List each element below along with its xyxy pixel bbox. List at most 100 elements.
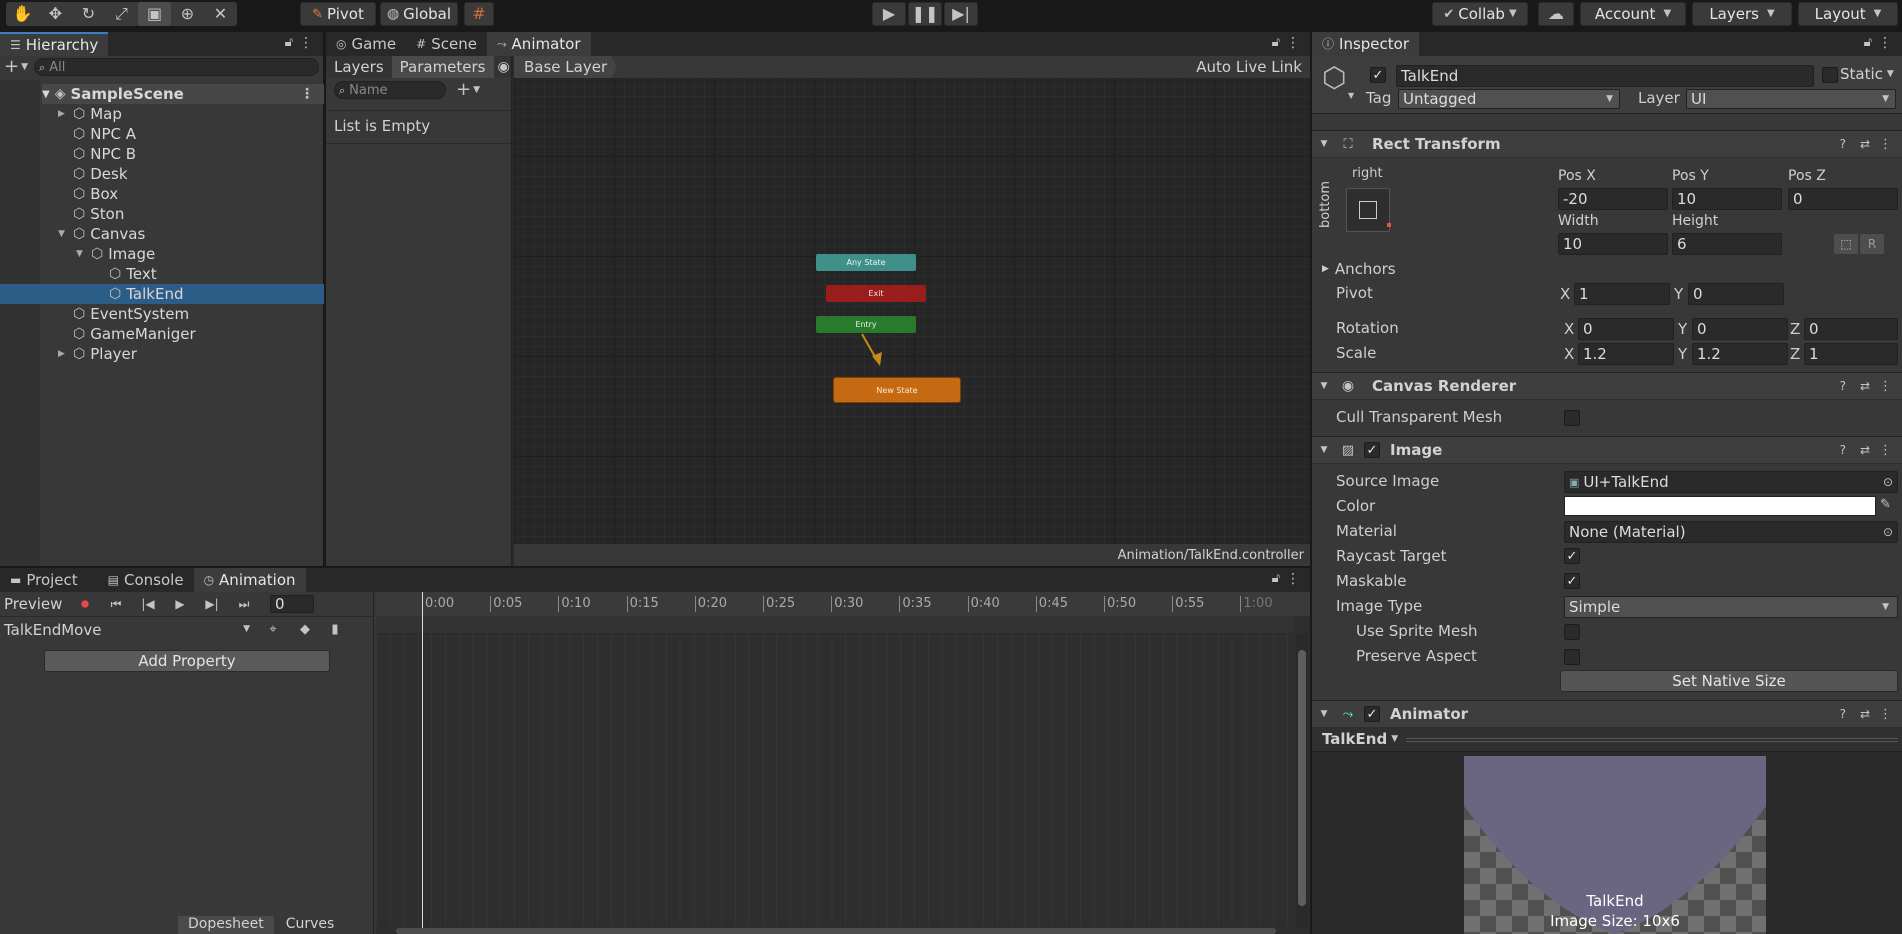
cloud-icon[interactable]: ☁ [1538,2,1574,26]
tab-animation[interactable]: ◷ Animation [193,568,306,592]
scale-y-input[interactable]: 1.2 [1692,343,1788,365]
color-swatch[interactable] [1564,496,1876,516]
dopesheet-area[interactable] [376,634,1294,926]
anchor-preset-button[interactable] [1346,188,1391,232]
collab-button[interactable]: ✔ Collab ▼ [1432,2,1528,26]
hierarchy-item[interactable]: ⬡ Text [0,264,324,284]
add-property-button[interactable]: Add Property [44,650,330,672]
tab-console[interactable]: ▤ Console [98,568,194,592]
entry-node[interactable]: Entry [816,316,916,333]
horizontal-scrollbar[interactable] [396,928,1276,934]
add-icon[interactable]: + [456,81,471,99]
tab-scene[interactable]: # Scene [406,32,487,56]
record-icon[interactable]: ⏺ [70,596,100,612]
preset-icon[interactable]: ⇄ [1860,444,1870,456]
tab-curves[interactable]: Curves [274,916,347,934]
more-icon[interactable]: ⋮ [300,87,314,101]
pivot-y-input[interactable]: 0 [1688,283,1784,305]
lock-icon[interactable]: 🔓︎ [1272,572,1280,585]
hierarchy-item[interactable]: ▼ ⬡ Canvas [0,224,324,244]
global-button[interactable]: ◍ Global [380,2,458,26]
help-icon[interactable]: ? [1840,380,1846,392]
maskable-checkbox[interactable]: ✓ [1564,573,1580,589]
rect-transform-header[interactable]: ▼ ⛶ Rect Transform ? ⇄ ⋮ [1312,130,1902,158]
cull-transparent-checkbox[interactable] [1564,410,1580,426]
anchors-foldout[interactable]: ▶ Anchors [1322,260,1396,278]
last-key-icon[interactable]: ⏭ [228,598,260,610]
object-picker-icon[interactable]: ⊙ [1883,526,1893,538]
more-icon[interactable]: ⋮ [299,36,313,50]
hierarchy-item[interactable]: ▶ ⬡ Map [0,104,324,124]
scale-x-input[interactable]: 1.2 [1578,343,1674,365]
hierarchy-item[interactable]: ▶ ⬡ Player [0,344,324,364]
play-icon[interactable]: ▶ [872,2,906,26]
scale-tool-icon[interactable]: ⤢ [105,2,138,26]
static-dropdown[interactable]: Static ▼ [1840,65,1894,83]
event-marker-icon[interactable]: ▮ [320,623,350,636]
hierarchy-search-input[interactable]: ⌕ All [34,58,319,76]
preserve-aspect-checkbox[interactable] [1564,649,1580,665]
tab-project[interactable]: ▬ Project [0,568,88,592]
help-icon[interactable]: ? [1840,138,1846,150]
chevron-down-icon[interactable]: ▼ [473,85,480,95]
first-key-icon[interactable]: ⏮ [100,598,132,610]
pivot-x-input[interactable]: 1 [1574,283,1670,305]
hierarchy-item[interactable]: ⬡ Desk [0,164,324,184]
preset-icon[interactable]: ⇄ [1860,138,1870,150]
animator-enabled-checkbox[interactable]: ✓ [1364,706,1380,722]
hierarchy-item[interactable]: ⬡ Box [0,184,324,204]
tab-layers[interactable]: Layers [326,56,392,78]
step-icon[interactable]: ▶| [944,2,978,26]
preview-button[interactable]: Preview [0,595,70,613]
animator-component-header[interactable]: ▼ ⤳ ✓ Animator ? ⇄ ⋮ [1312,700,1902,728]
static-checkbox[interactable] [1822,67,1838,83]
tab-game[interactable]: ◎ Game [326,32,406,56]
scene-row[interactable]: ▼ ◈ SampleScene ⋮ [42,84,324,104]
object-picker-icon[interactable]: ⊙ [1883,476,1893,488]
grid-snap-icon[interactable]: # [464,2,494,26]
source-image-field[interactable]: ▣ UI+TalkEnd ⊙ [1564,471,1898,493]
preview-object-dropdown[interactable]: TalkEnd ▼ [1322,730,1398,748]
rotation-x-input[interactable]: 0 [1578,318,1674,340]
use-sprite-mesh-checkbox[interactable] [1564,624,1580,640]
expand-arrow-icon[interactable]: ▼ [58,229,68,239]
prev-key-icon[interactable]: |◀ [132,598,164,610]
account-dropdown[interactable]: Account ▼ [1580,2,1686,26]
rotate-tool-icon[interactable]: ↻ [72,2,105,26]
image-enabled-checkbox[interactable]: ✓ [1364,442,1380,458]
lock-icon[interactable]: 🔓︎ [1864,36,1872,49]
pivot-button[interactable]: ✎ Pivot [300,2,376,26]
transition-arrow[interactable] [854,332,894,372]
more-icon[interactable]: ⋮ [1878,36,1892,50]
pos-y-input[interactable]: 10 [1672,188,1782,210]
frame-input[interactable]: 0 [270,595,314,613]
eyedropper-icon[interactable]: ✎ [1880,498,1891,511]
lock-icon[interactable]: 🔓︎ [285,36,293,49]
scroll-thumb[interactable] [1298,650,1306,906]
add-icon[interactable]: + [4,58,19,76]
hierarchy-item[interactable]: ⬡ GameManiger [0,324,324,344]
auto-live-link-button[interactable]: Auto Live Link [1196,58,1302,76]
height-input[interactable]: 6 [1672,233,1782,255]
state-graph[interactable]: Base Layer Auto Live Link Any State Exit… [514,56,1310,566]
hierarchy-item[interactable]: ⬡ TalkEnd [0,284,324,304]
play-icon[interactable]: ▶ [164,598,196,610]
tab-hierarchy[interactable]: ☰ Hierarchy [0,32,109,56]
timeline[interactable]: 0:00 0:05 0:10 0:15 0:20 0:25 0:30 0:35 0:40 0:45… [376,592,1310,934]
image-component-header[interactable]: ▼ ▨ ✓ Image ? ⇄ ⋮ [1312,436,1902,464]
expand-arrow-icon[interactable]: ▼ [76,249,86,259]
expand-arrow-icon[interactable]: ▶ [58,109,68,119]
time-ruler[interactable]: 0:00 0:05 0:10 0:15 0:20 0:25 0:30 0:35 0:40 0:45… [376,592,1310,616]
tab-animator[interactable]: ⤳ Animator [486,32,591,56]
lock-icon[interactable]: 🔓︎ [1272,36,1280,49]
hierarchy-item[interactable]: ⬡ NPC A [0,124,324,144]
add-keyframe-icon[interactable]: ⌖ [256,623,290,636]
move-tool-icon[interactable]: ✥ [39,2,72,26]
layers-dropdown[interactable]: Layers ▼ [1692,2,1792,26]
hierarchy-item[interactable]: ⬡ Ston [0,204,324,224]
hierarchy-item[interactable]: ▼ ⬡ Image [0,244,324,264]
more-icon[interactable]: ⋮ [1879,444,1892,457]
layout-dropdown[interactable]: Layout ▼ [1798,2,1898,26]
rotation-y-input[interactable]: 0 [1692,318,1788,340]
active-checkbox[interactable]: ✓ [1370,67,1386,83]
